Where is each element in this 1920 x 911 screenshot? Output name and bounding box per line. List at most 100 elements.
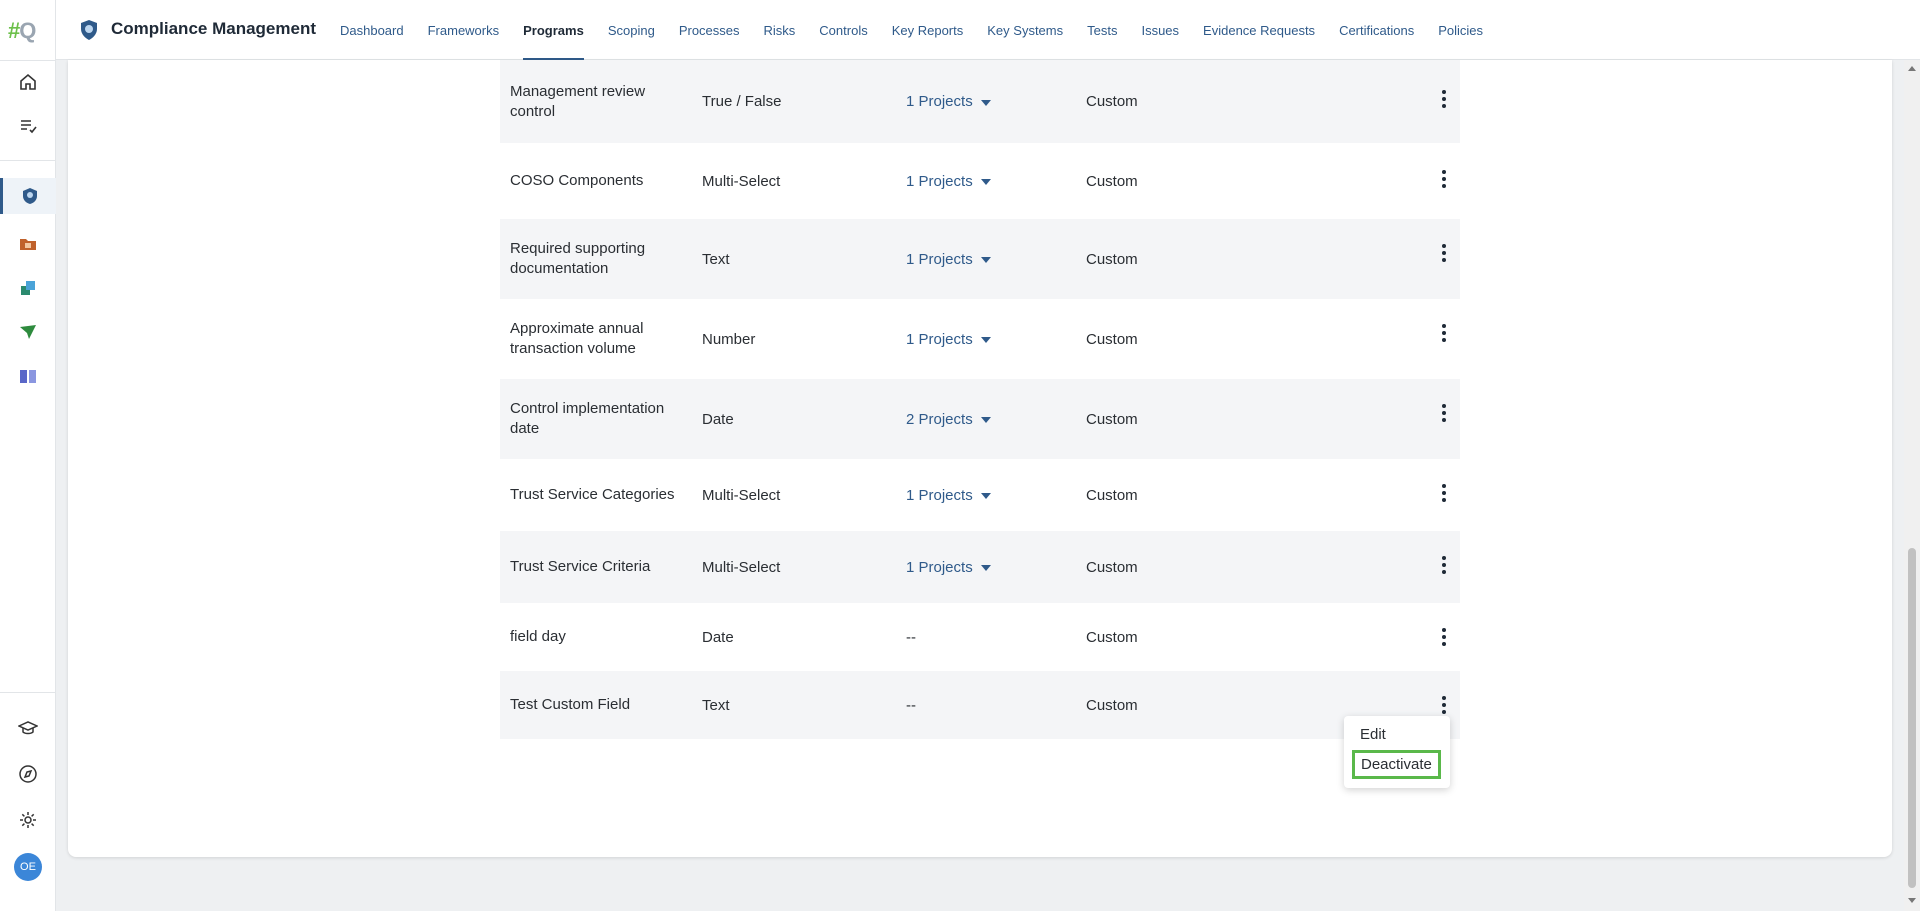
projects-dropdown[interactable]: 1 Projects [906, 487, 991, 504]
nav-scoping[interactable]: Scoping [596, 0, 667, 60]
nav-issues[interactable]: Issues [1129, 0, 1191, 60]
nav-processes[interactable]: Processes [667, 0, 752, 60]
kebab-menu-icon[interactable] [1436, 167, 1452, 191]
caret-down-icon [980, 565, 991, 571]
nav-dashboard[interactable]: Dashboard [328, 0, 416, 60]
table-row: COSO Components Multi-Select 1 Projects … [500, 143, 1460, 219]
field-source: Custom [1086, 172, 1138, 190]
main-nav: Dashboard Frameworks Programs Scoping Pr… [328, 0, 1495, 60]
kebab-menu-icon[interactable] [1436, 481, 1452, 505]
app-title: Compliance Management [111, 19, 316, 38]
field-name: Trust Service Categories [510, 486, 675, 503]
field-type: Multi-Select [702, 558, 781, 576]
field-source: Custom [1086, 250, 1138, 268]
rail-divider [0, 60, 56, 61]
field-name: Required supporting documentation [510, 240, 646, 277]
nav-tests[interactable]: Tests [1075, 0, 1129, 60]
field-type: Number [702, 330, 756, 348]
shield-badge-icon [81, 20, 97, 40]
deactivate-menu-item[interactable]: Deactivate [1352, 750, 1441, 779]
sync-servers-icon[interactable] [8, 270, 48, 306]
scrollbar-thumb[interactable] [1908, 548, 1916, 888]
kebab-menu-icon[interactable] [1436, 401, 1452, 425]
rail-divider [0, 160, 56, 161]
field-name: Trust Service Criteria [510, 558, 651, 575]
home-icon[interactable] [8, 64, 48, 100]
field-type: Multi-Select [702, 172, 781, 190]
field-name: Approximate annual transaction volume [510, 320, 644, 357]
table-row: Management review control True / False 1… [500, 60, 1460, 143]
kebab-menu-icon[interactable] [1436, 321, 1452, 345]
row-actions-menu: Edit Deactivate [1344, 716, 1450, 788]
projects-dropdown[interactable]: 2 Projects [906, 411, 991, 428]
projects-value: -- [906, 696, 916, 714]
nav-certifications[interactable]: Certifications [1327, 0, 1426, 60]
user-avatar[interactable]: OE [14, 853, 42, 881]
custom-fields-card: Management review control True / False 1… [68, 60, 1892, 857]
nav-evidence-requests[interactable]: Evidence Requests [1191, 0, 1327, 60]
left-rail: #Q OE [0, 0, 56, 911]
projects-dropdown[interactable]: 1 Projects [906, 173, 991, 190]
top-navigation-bar: Compliance Management Dashboard Framewor… [56, 0, 1920, 60]
nav-key-reports[interactable]: Key Reports [880, 0, 976, 60]
caret-down-icon [980, 179, 991, 185]
compass-icon[interactable] [8, 756, 48, 792]
folder-icon[interactable] [8, 226, 48, 262]
field-type: True / False [702, 93, 782, 110]
custom-fields-table: Management review control True / False 1… [500, 60, 1460, 739]
field-name: Management review control [510, 82, 646, 120]
field-source: Custom [1086, 93, 1138, 110]
caret-down-icon [980, 99, 991, 106]
page-scrollbar[interactable] [1904, 60, 1920, 911]
scroll-down-arrow-icon[interactable] [1908, 898, 1916, 903]
field-name: field day [510, 628, 566, 645]
kebab-menu-icon[interactable] [1436, 625, 1452, 649]
field-source: Custom [1086, 330, 1138, 348]
book-icon[interactable] [8, 358, 48, 394]
field-source: Custom [1086, 558, 1138, 576]
field-type: Multi-Select [702, 486, 781, 504]
projects-dropdown[interactable]: 1 Projects [906, 559, 991, 576]
rail-divider [0, 692, 56, 693]
field-name: Control implementation date [510, 400, 665, 437]
app-logo[interactable]: #Q [8, 18, 48, 43]
caret-down-icon [980, 493, 991, 499]
kebab-menu-icon[interactable] [1436, 87, 1452, 111]
scroll-up-arrow-icon[interactable] [1908, 66, 1916, 71]
nav-policies[interactable]: Policies [1426, 0, 1495, 60]
nav-frameworks[interactable]: Frameworks [416, 0, 512, 60]
caret-down-icon [980, 337, 991, 343]
nav-programs[interactable]: Programs [511, 0, 596, 60]
projects-dropdown[interactable]: 1 Projects [906, 251, 991, 268]
kebab-menu-icon[interactable] [1436, 693, 1452, 717]
field-type: Text [702, 696, 730, 714]
table-row: Control implementation date Date 2 Proje… [500, 379, 1460, 459]
paper-plane-icon[interactable] [8, 314, 48, 350]
caret-down-icon [980, 417, 991, 423]
task-list-icon[interactable] [8, 108, 48, 144]
projects-dropdown[interactable]: 1 Projects [906, 93, 991, 110]
compliance-shield-icon[interactable] [0, 178, 56, 214]
field-type: Text [702, 250, 730, 268]
gear-icon[interactable] [8, 802, 48, 838]
field-source: Custom [1086, 486, 1138, 504]
table-row: field day Date -- Custom [500, 603, 1460, 671]
nav-key-systems[interactable]: Key Systems [975, 0, 1075, 60]
projects-dropdown[interactable]: 1 Projects [906, 331, 991, 348]
field-type: Date [702, 410, 734, 428]
table-row: Test Custom Field Text -- Custom [500, 671, 1460, 739]
field-name: COSO Components [510, 172, 644, 189]
nav-controls[interactable]: Controls [807, 0, 879, 60]
caret-down-icon [980, 257, 991, 263]
kebab-menu-icon[interactable] [1436, 553, 1452, 577]
table-row: Approximate annual transaction volume Nu… [500, 299, 1460, 379]
table-row: Required supporting documentation Text 1… [500, 219, 1460, 299]
nav-risks[interactable]: Risks [752, 0, 808, 60]
field-name: Test Custom Field [510, 696, 631, 713]
field-source: Custom [1086, 410, 1138, 428]
edit-menu-item[interactable]: Edit [1360, 726, 1386, 743]
kebab-menu-icon[interactable] [1436, 241, 1452, 265]
field-source: Custom [1086, 696, 1138, 714]
graduation-cap-icon[interactable] [8, 710, 48, 746]
field-type: Date [702, 628, 734, 646]
